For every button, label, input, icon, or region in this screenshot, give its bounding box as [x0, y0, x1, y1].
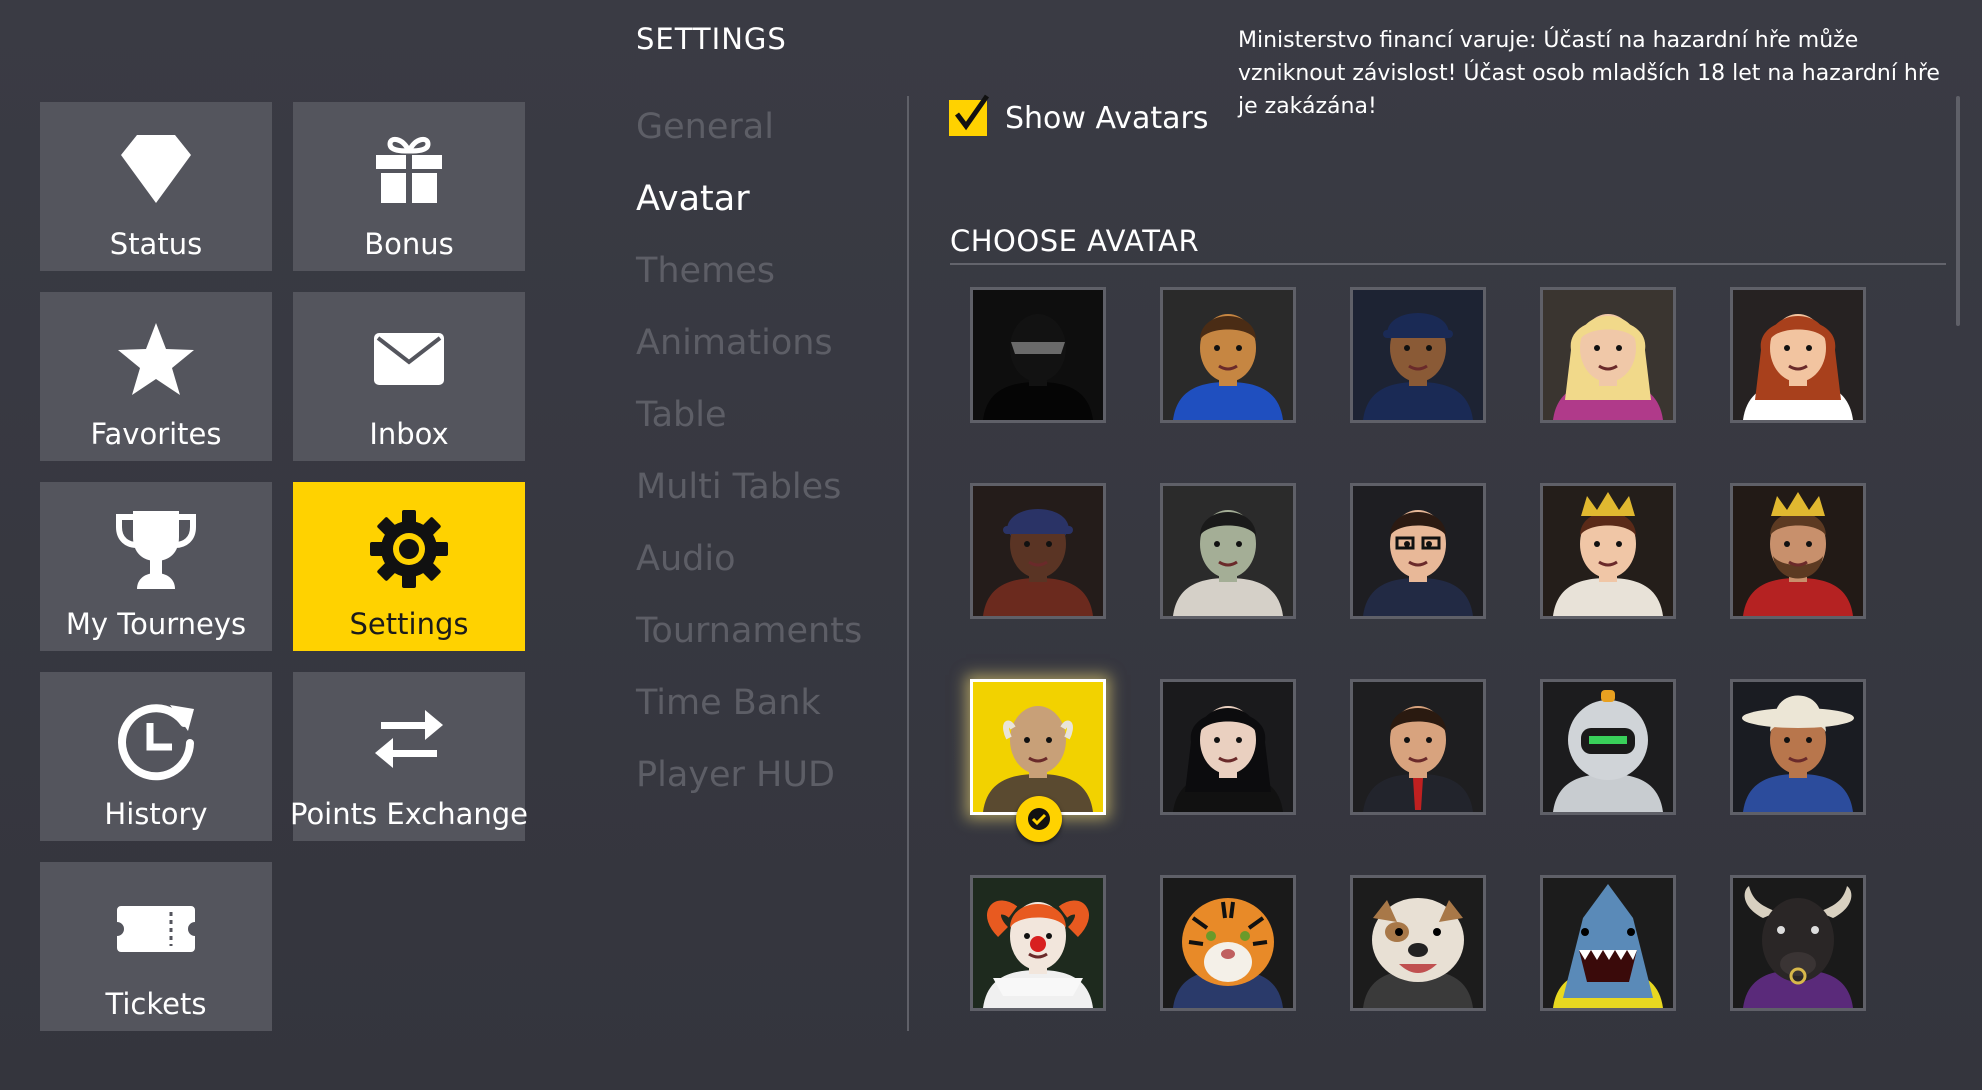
avatar-blonde-woman[interactable] [1540, 287, 1676, 423]
nav-time-bank[interactable]: Time Bank [636, 676, 862, 748]
nav-table[interactable]: Table [636, 388, 862, 460]
status-tile[interactable]: Status [40, 102, 272, 271]
history-label: History [104, 797, 208, 831]
avatar-tiger[interactable] [1160, 875, 1296, 1011]
choose-avatar-title: CHOOSE AVATAR [950, 224, 1200, 258]
nav-audio[interactable]: Audio [636, 532, 862, 604]
avatar-businessman[interactable] [1350, 679, 1486, 815]
scrollbar[interactable] [1956, 96, 1960, 326]
show-avatars-checkbox[interactable] [949, 94, 990, 136]
nav-multi-tables[interactable]: Multi Tables [636, 460, 862, 532]
settings-label: Settings [349, 607, 469, 641]
show-avatars-toggle[interactable]: Show Avatars [949, 94, 1209, 136]
settings-nav: General Avatar Themes Animations Table M… [636, 100, 862, 820]
avatar-king[interactable] [1730, 483, 1866, 619]
exchange-arrows-icon [373, 672, 445, 797]
inbox-label: Inbox [369, 417, 449, 451]
avatar-zombie[interactable] [1160, 483, 1296, 619]
favorites-tile[interactable]: Favorites [40, 292, 272, 461]
avatar-bull[interactable] [1730, 875, 1866, 1011]
status-label: Status [109, 227, 203, 261]
avatar-soccer-player[interactable] [1160, 287, 1296, 423]
favorites-label: Favorites [90, 417, 222, 451]
nav-general[interactable]: General [636, 100, 862, 172]
selected-check-icon [1016, 796, 1062, 842]
nav-tournaments[interactable]: Tournaments [636, 604, 862, 676]
bonus-tile[interactable]: Bonus [293, 102, 525, 271]
nav-avatar[interactable]: Avatar [636, 172, 862, 244]
tickets-tile[interactable]: Tickets [40, 862, 272, 1031]
envelope-icon [373, 292, 445, 417]
points-exchange-label: Points Exchange [289, 797, 529, 831]
checkmark-icon [955, 94, 990, 131]
avatar-cowboy[interactable] [1730, 679, 1866, 815]
horizontal-divider [950, 263, 1946, 265]
history-icon [114, 672, 198, 797]
settings-tile[interactable]: Settings [293, 482, 525, 651]
avatar-queen[interactable] [1540, 483, 1676, 619]
avatar-robot-astronaut[interactable] [1540, 679, 1676, 815]
avatar-old-man[interactable] [970, 679, 1106, 842]
avatar-bulldog[interactable] [1350, 875, 1486, 1011]
avatar-rapper-cap[interactable] [970, 483, 1106, 619]
avatar-masked-silhouette[interactable] [970, 287, 1106, 423]
avatar-clown[interactable] [970, 875, 1106, 1011]
avatar-woman-glasses[interactable] [1350, 483, 1486, 619]
nav-animations[interactable]: Animations [636, 316, 862, 388]
star-icon [116, 292, 196, 417]
vertical-divider [907, 96, 909, 1031]
bonus-label: Bonus [364, 227, 454, 261]
tickets-label: Tickets [105, 987, 207, 1021]
history-tile[interactable]: History [40, 672, 272, 841]
settings-title: SETTINGS [636, 22, 787, 56]
avatar-redhead-woman[interactable] [1730, 287, 1866, 423]
nav-themes[interactable]: Themes [636, 244, 862, 316]
gift-icon [374, 102, 444, 227]
gear-icon [368, 482, 450, 607]
my-tourneys-label: My Tourneys [65, 607, 247, 641]
trophy-icon [115, 482, 197, 607]
nav-player-hud[interactable]: Player HUD [636, 748, 862, 820]
inbox-tile[interactable]: Inbox [293, 292, 525, 461]
gambling-warning: Ministerstvo financí varuje: Účastí na h… [1238, 28, 1940, 119]
avatar-shark[interactable] [1540, 875, 1676, 1011]
ticket-icon [115, 862, 197, 987]
avatar-dark-hair-woman-gun[interactable] [1160, 679, 1296, 815]
avatar-baseball-player[interactable] [1350, 287, 1486, 423]
diamond-icon [119, 102, 193, 227]
points-exchange-tile[interactable]: Points Exchange [289, 672, 529, 841]
my-tourneys-tile[interactable]: My Tourneys [40, 482, 272, 651]
show-avatars-label: Show Avatars [1005, 100, 1209, 136]
